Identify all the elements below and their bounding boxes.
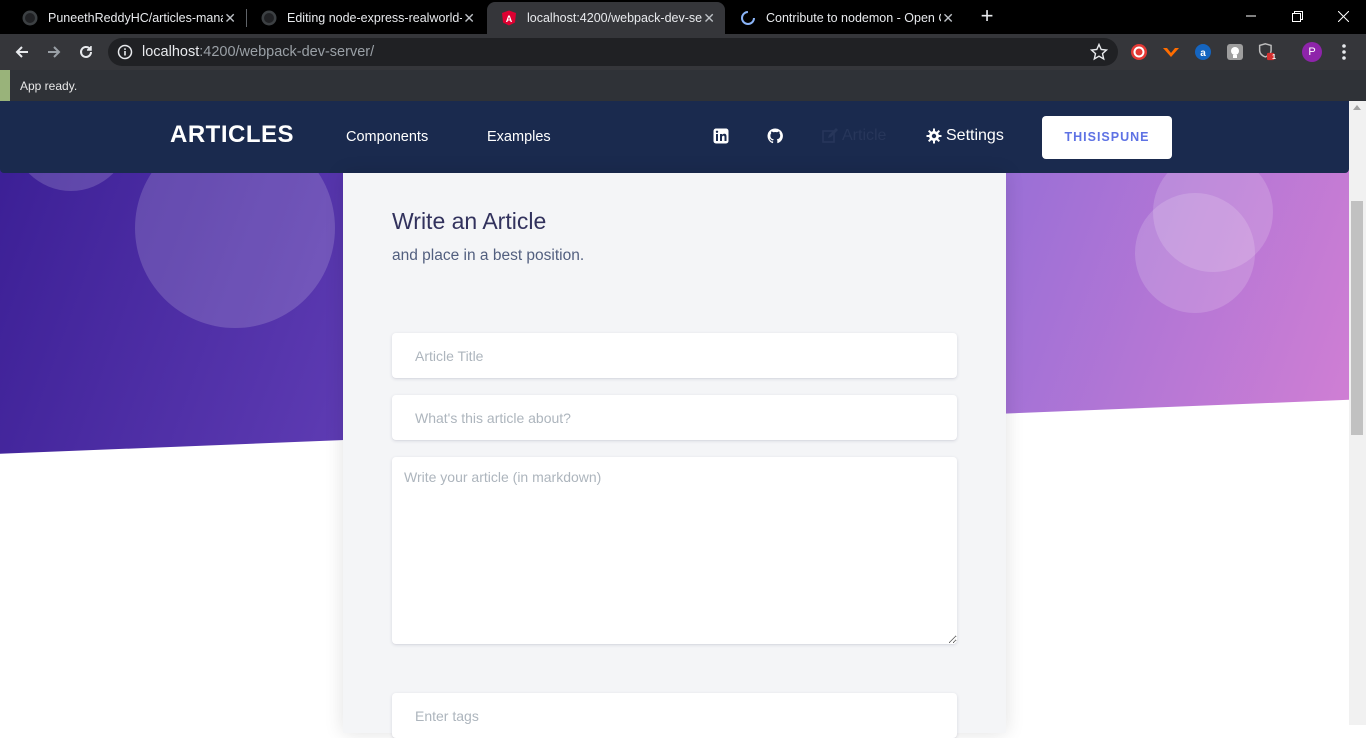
minimize-button[interactable] [1228, 0, 1274, 32]
url-host: localhost [142, 44, 200, 60]
reload-icon [80, 45, 92, 58]
page-scrollbar[interactable] [1349, 101, 1366, 725]
scroll-up-arrow-icon[interactable] [1353, 105, 1361, 110]
nav-settings-label: Settings [946, 127, 1004, 144]
profile-avatar[interactable]: P [1302, 42, 1322, 62]
close-icon[interactable]: ✕ [703, 10, 715, 26]
article-body-textarea[interactable] [392, 457, 957, 644]
nav-link-examples[interactable]: Examples [487, 129, 551, 145]
github-icon [22, 10, 38, 26]
tab-title: Contribute to nodemon - Open C [766, 11, 941, 25]
article-description-input[interactable] [392, 395, 957, 440]
brand-logo[interactable]: ARTICLES [170, 121, 294, 149]
gear-icon [926, 128, 942, 144]
status-text: App ready. [20, 79, 78, 93]
url-text[interactable]: localhost:4200/webpack-dev-server/ [142, 44, 374, 60]
article-tags-input[interactable] [392, 693, 957, 738]
info-icon[interactable] [117, 44, 133, 65]
decorative-circle [1135, 193, 1255, 313]
arrow-left-icon [15, 46, 28, 58]
article-title-input[interactable] [392, 333, 957, 378]
github-icon [261, 10, 277, 26]
new-tab-button[interactable]: + [975, 5, 999, 29]
article-editor-card: Write an Article and place in a best pos… [343, 173, 1006, 738]
tab-github-articles[interactable]: PuneethReddyHC/articles-manag ✕ [8, 2, 246, 34]
close-icon[interactable]: ✕ [942, 10, 954, 26]
site-navbar: ARTICLES Components Examples Article Set… [0, 101, 1349, 173]
tab-title: Editing node-express-realworld-e [287, 11, 462, 25]
svg-text:a: a [1200, 48, 1206, 59]
tab-localhost[interactable]: A localhost:4200/webpack-dev-serv ✕ [487, 2, 725, 34]
extension-icon[interactable] [1162, 43, 1180, 61]
restore-button[interactable] [1274, 0, 1320, 32]
close-icon[interactable]: ✕ [224, 10, 236, 26]
linkedin-icon[interactable] [713, 128, 731, 146]
shield-extension-icon[interactable]: 1 [1258, 43, 1276, 61]
github-icon[interactable] [767, 128, 785, 146]
app-status-bar: App ready. [0, 70, 1366, 101]
page-title: Write an Article [392, 208, 547, 234]
svg-text:A: A [506, 14, 513, 24]
close-window-button[interactable] [1320, 0, 1366, 32]
nav-article-label: Article [842, 127, 887, 144]
extension-icon[interactable] [1226, 43, 1244, 61]
nav-link-settings[interactable]: Settings [926, 127, 1004, 145]
tab-strip: PuneethReddyHC/articles-manag ✕ Editing … [0, 0, 1366, 34]
edit-icon [822, 128, 838, 143]
forward-button[interactable] [42, 40, 66, 64]
browser-toolbar: localhost:4200/webpack-dev-server/ a 1 P [0, 34, 1366, 70]
page-subtitle: and place in a best position. [392, 247, 585, 264]
scrollbar-thumb[interactable] [1351, 201, 1363, 435]
tab-title: PuneethReddyHC/articles-manag [48, 11, 223, 25]
back-button[interactable] [10, 40, 34, 64]
extension-badge: 1 [1272, 54, 1276, 61]
status-indicator [0, 70, 10, 101]
nav-link-article[interactable]: Article [822, 127, 886, 145]
tab-title: localhost:4200/webpack-dev-serv [527, 11, 702, 25]
loading-icon [740, 10, 756, 26]
reload-button[interactable] [74, 40, 98, 64]
address-bar[interactable]: localhost:4200/webpack-dev-server/ [108, 38, 1118, 66]
tab-nodemon[interactable]: Contribute to nodemon - Open C ✕ [726, 2, 964, 34]
close-icon[interactable]: ✕ [463, 10, 475, 26]
bookmark-star-icon[interactable] [1089, 42, 1109, 66]
nav-link-components[interactable]: Components [346, 129, 428, 145]
tab-github-editing[interactable]: Editing node-express-realworld-e ✕ [247, 2, 485, 34]
user-profile-button[interactable]: THISISPUNE [1042, 116, 1172, 159]
arrow-right-icon [48, 46, 61, 58]
extension-icon[interactable]: a [1194, 43, 1212, 61]
menu-kebab-icon[interactable] [1336, 43, 1352, 61]
url-path: :4200/webpack-dev-server/ [199, 44, 375, 60]
angular-icon: A [501, 10, 517, 26]
adblock-extension-icon[interactable] [1130, 43, 1148, 61]
